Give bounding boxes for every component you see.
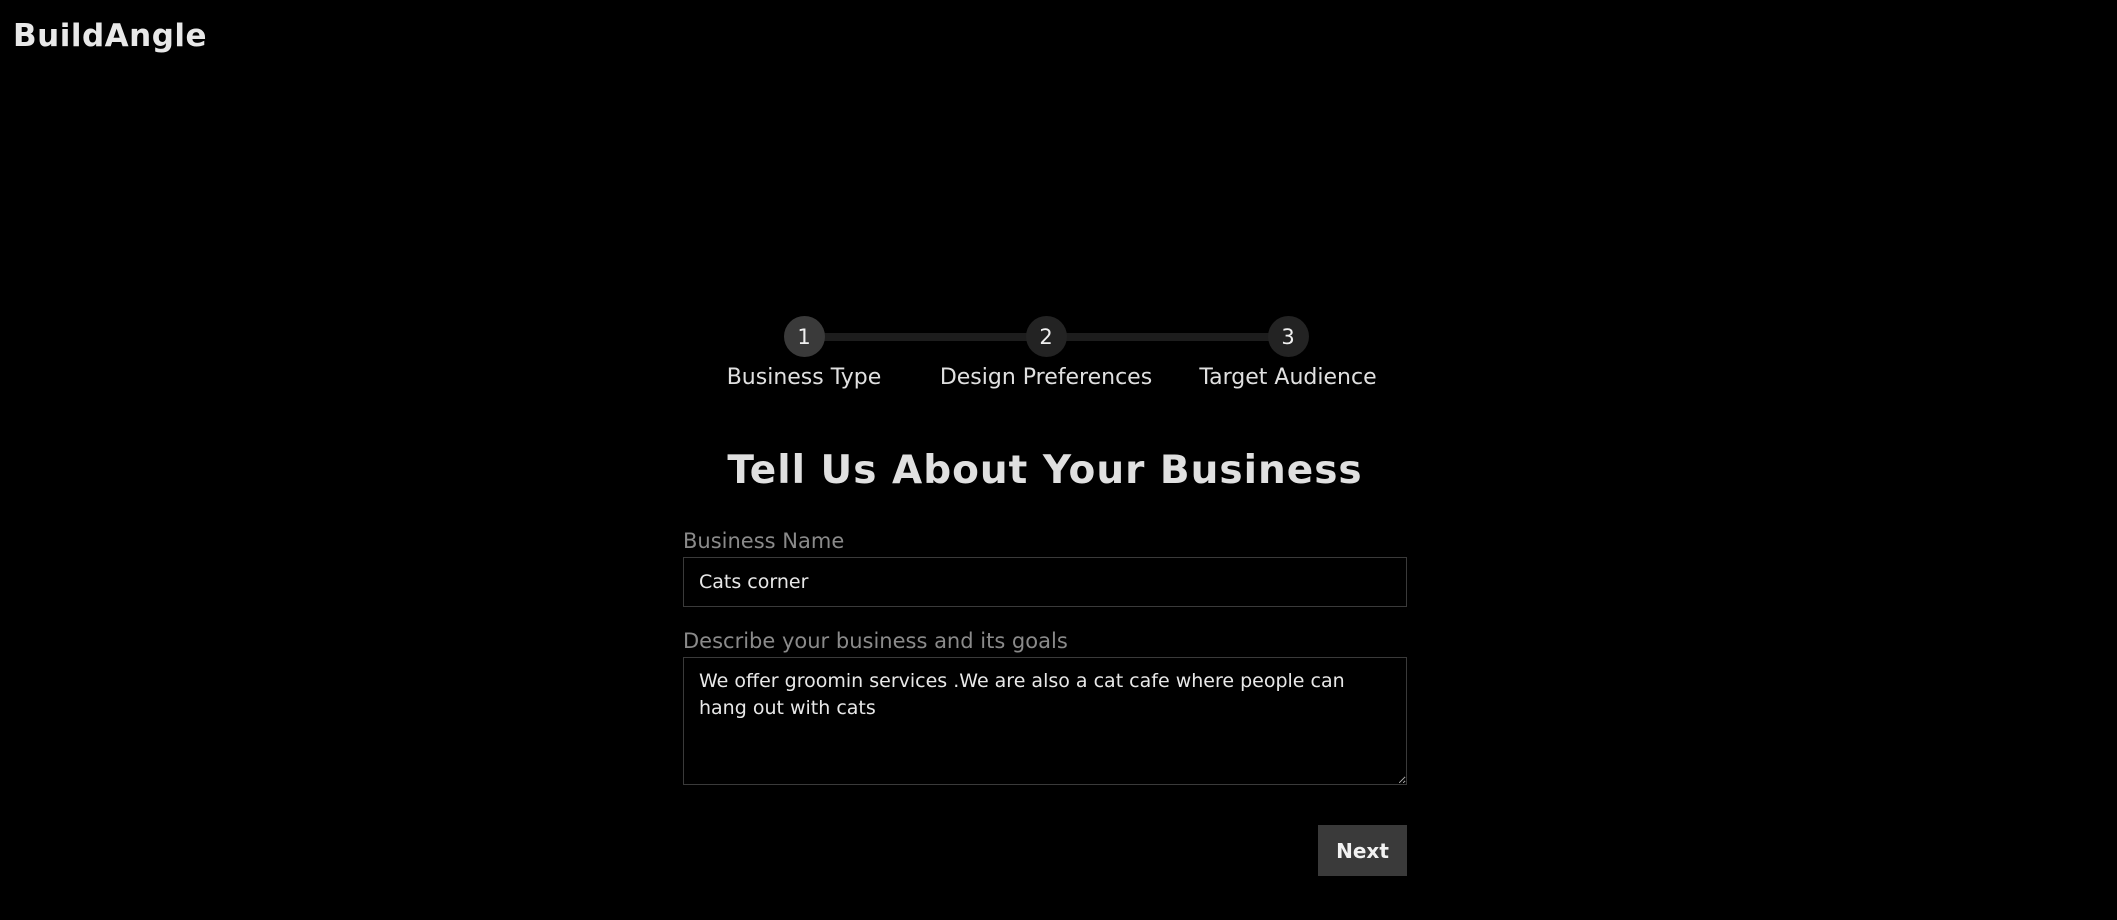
app-logo: BuildAngle <box>13 18 208 54</box>
step-target-audience: 3 Target Audience <box>1168 316 1408 390</box>
next-button[interactable]: Next <box>1318 825 1407 876</box>
step-number-badge: 2 <box>1025 316 1067 357</box>
progress-stepper: 1 Business Type 2 Design Preferences 3 T… <box>700 316 1400 396</box>
business-name-input[interactable] <box>683 557 1407 607</box>
business-description-label: Describe your business and its goals <box>683 629 1068 653</box>
step-design-preferences: 2 Design Preferences <box>926 316 1166 390</box>
step-business-type: 1 Business Type <box>684 316 924 390</box>
step-label: Target Audience <box>1199 365 1377 390</box>
step-label: Design Preferences <box>939 365 1153 390</box>
step-number-badge: 3 <box>1267 316 1309 357</box>
step-number-badge: 1 <box>783 316 825 357</box>
step-label: Business Type <box>726 365 882 390</box>
business-name-label: Business Name <box>683 529 845 553</box>
page-title: Tell Us About Your Business <box>727 448 1363 493</box>
business-description-textarea[interactable]: We offer groomin services .We are also a… <box>683 657 1407 785</box>
